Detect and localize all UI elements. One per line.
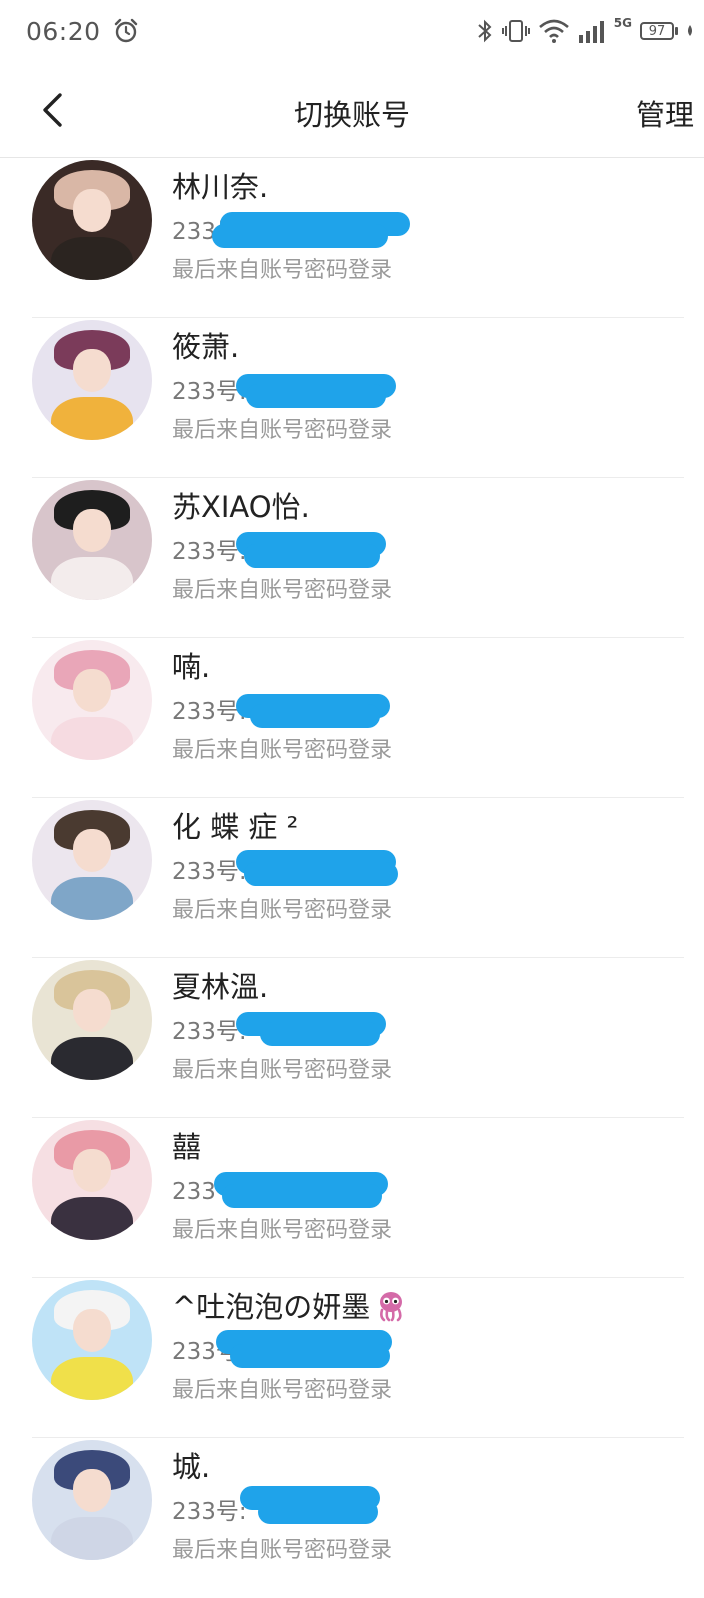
account-last-login: 最后来自账号密码登录 <box>172 1058 393 1083</box>
account-uid: 233号: <box>172 532 247 566</box>
avatar <box>32 960 152 1080</box>
account-uid: 233号: <box>172 852 247 886</box>
avatar <box>32 1120 152 1240</box>
account-item[interactable]: 城. 233号: 最后来自账号密码登录 <box>0 1438 704 1598</box>
battery-tip <box>675 27 678 35</box>
wifi-icon <box>538 18 570 44</box>
status-left: 06:20 <box>26 17 139 46</box>
account-item[interactable]: 苏XIAO怡. 233号: 最后来自账号密码登录 <box>0 478 704 638</box>
account-item[interactable]: 林川奈. 233号 最后来自账号密码登录 <box>0 158 704 318</box>
account-nickname-text: 林川奈. <box>172 170 269 204</box>
account-nickname-text: 囍 <box>172 1130 202 1164</box>
avatar-face <box>72 188 112 232</box>
avatar-body <box>51 1196 133 1240</box>
account-nickname: ^吐泡泡の妍墨 <box>172 1284 408 1330</box>
redaction-mark <box>222 1184 382 1208</box>
account-last-login: 最后来自账号密码登录 <box>172 1218 393 1243</box>
account-nickname: 喃. <box>172 644 210 686</box>
alarm-icon <box>113 18 139 44</box>
account-item[interactable]: 囍 233号 最后来自账号密码登录 <box>0 1118 704 1278</box>
avatar-face <box>72 508 112 552</box>
account-nickname: 林川奈. <box>172 164 268 206</box>
account-item[interactable]: 筱萧. 233号: 最后来自账号密码登录 <box>0 318 704 478</box>
network-type: 5G <box>613 16 632 30</box>
account-nickname-text: 苏XIAO怡. <box>172 490 310 524</box>
signal-icon <box>578 19 606 43</box>
account-nickname: 囍 <box>172 1124 201 1166</box>
account-last-login: 最后来自账号密码登录 <box>172 1538 393 1563</box>
redaction-mark <box>212 224 388 248</box>
account-item[interactable]: ^吐泡泡の妍墨 233号: 最后来自账号密码登录 <box>0 1278 704 1438</box>
account-nickname-text: 化 蝶 症 ² <box>172 810 299 844</box>
status-bar: 06:20 5G 97 <box>0 0 704 62</box>
avatar <box>32 1280 152 1400</box>
account-nickname-text: 夏林溫. <box>172 970 269 1004</box>
octopus-emoji-icon <box>374 1289 408 1330</box>
page-title: 切换账号 <box>293 98 410 132</box>
avatar-face <box>72 1148 112 1192</box>
avatar-body <box>51 556 133 600</box>
account-item[interactable]: 喃. 233号: 最后来自账号密码登录 <box>0 638 704 798</box>
avatar-face <box>72 668 112 712</box>
account-uid: 233号: <box>172 1012 247 1046</box>
battery-icon: 97 <box>640 22 678 40</box>
account-last-login: 最后来自账号密码登录 <box>172 1378 393 1403</box>
avatar-body <box>51 1516 133 1560</box>
avatar <box>32 320 152 440</box>
avatar-face <box>72 348 112 392</box>
avatar <box>32 1440 152 1560</box>
account-uid-prefix: 233号: <box>172 1499 247 1525</box>
status-right: 5G 97 <box>476 16 694 44</box>
avatar-face <box>72 828 112 872</box>
avatar-face <box>72 1468 112 1512</box>
account-last-login: 最后来自账号密码登录 <box>172 578 393 603</box>
account-nickname: 夏林溫. <box>172 964 268 1006</box>
account-last-login: 最后来自账号密码登录 <box>172 898 393 923</box>
status-time: 06:20 <box>26 16 101 46</box>
avatar <box>32 480 152 600</box>
account-nickname: 城. <box>172 1444 210 1486</box>
account-last-login: 最后来自账号密码登录 <box>172 258 393 283</box>
avatar-body <box>51 396 133 440</box>
avatar-face <box>72 988 112 1032</box>
redaction-mark <box>250 704 380 728</box>
redaction-mark <box>244 544 380 568</box>
redaction-mark <box>260 1022 380 1046</box>
redaction-mark <box>258 1500 378 1524</box>
avatar <box>32 160 152 280</box>
avatar-body <box>51 716 133 760</box>
account-list: 林川奈. 233号 最后来自账号密码登录 筱萧. 233号: 最后来自账号密码登录 苏XIA… <box>0 158 704 1598</box>
account-item[interactable]: 夏林溫. 233号: 最后来自账号密码登录 <box>0 958 704 1118</box>
bluetooth-icon <box>476 18 494 44</box>
avatar <box>32 640 152 760</box>
top-nav-bar: 切换账号 管理 <box>0 62 704 158</box>
account-nickname: 化 蝶 症 ² <box>172 804 298 846</box>
account-nickname-text: 筱萧. <box>172 330 240 364</box>
avatar <box>32 800 152 920</box>
vibrate-icon <box>501 18 530 44</box>
redaction-mark <box>246 384 386 408</box>
avatar-body <box>51 876 133 920</box>
account-item[interactable]: 化 蝶 症 ² 233号: 最后来自账号密码登录 <box>0 798 704 958</box>
account-nickname: 苏XIAO怡. <box>172 484 310 526</box>
account-nickname-text: ^吐泡泡の妍墨 <box>172 1290 371 1324</box>
charging-drop-icon <box>686 24 694 38</box>
account-nickname: 筱萧. <box>172 324 239 366</box>
battery-level: 97 <box>640 22 674 40</box>
avatar-body <box>51 236 133 280</box>
avatar-body <box>51 1036 133 1080</box>
account-last-login: 最后来自账号密码登录 <box>172 418 393 443</box>
account-uid: 233号: <box>172 1492 247 1526</box>
redaction-mark <box>230 1344 390 1368</box>
account-nickname-text: 城. <box>172 1450 211 1484</box>
account-last-login: 最后来自账号密码登录 <box>172 738 393 763</box>
manage-button[interactable]: 管理 <box>636 92 694 134</box>
avatar-face <box>72 1308 112 1352</box>
redaction-mark <box>244 862 398 886</box>
account-nickname-text: 喃. <box>172 650 211 684</box>
avatar-body <box>51 1356 133 1400</box>
